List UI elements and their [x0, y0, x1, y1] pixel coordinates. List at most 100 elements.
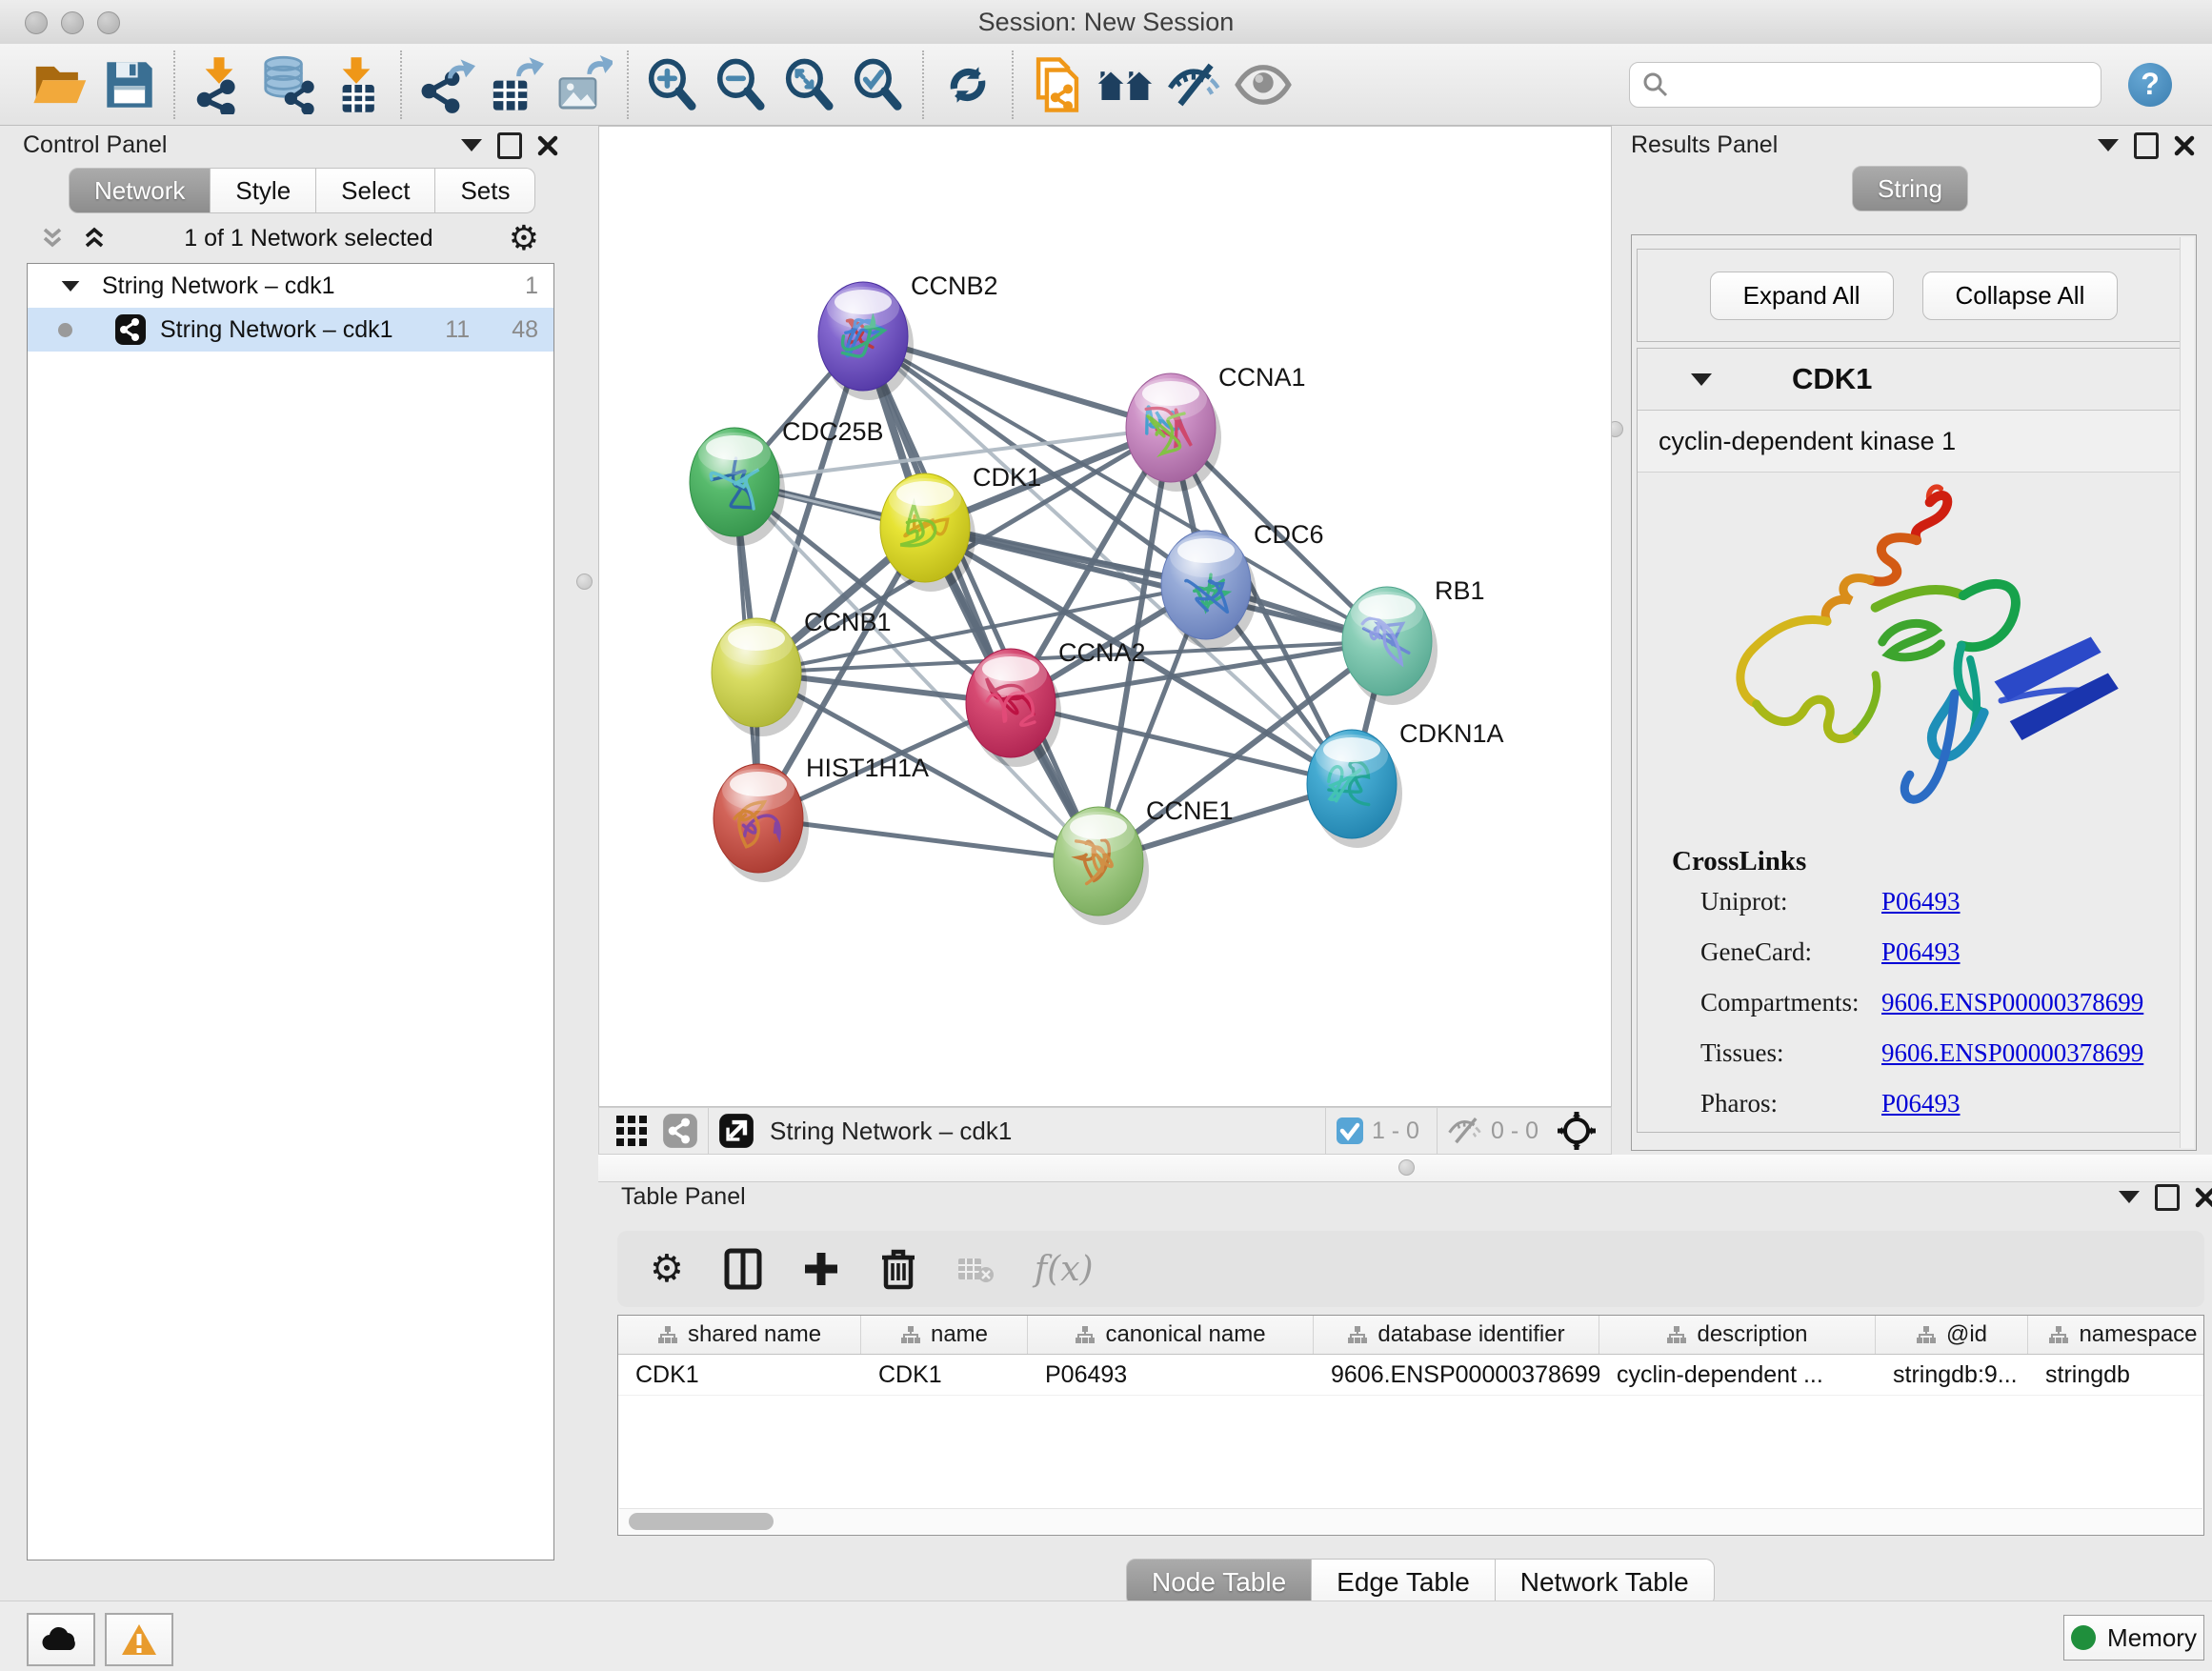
export-table-button[interactable]	[480, 50, 549, 119]
zoom-fit-button[interactable]	[775, 50, 844, 119]
protein-node-CDKN1A[interactable]: CDKN1A	[1307, 719, 1504, 848]
import-network-file-button[interactable]	[185, 50, 253, 119]
close-panel-icon[interactable]	[2195, 1187, 2212, 1208]
tab-network-table[interactable]: Network Table	[1496, 1559, 1715, 1606]
hidden-eye-icon[interactable]	[1447, 1116, 1483, 1146]
table-cell[interactable]: stringdb	[2028, 1355, 2212, 1395]
clone-network-button[interactable]	[1023, 50, 1092, 119]
crosslink-value[interactable]: P06493	[1881, 1089, 1961, 1118]
search-field[interactable]	[1629, 62, 2101, 108]
expand-all-button[interactable]: Expand All	[1710, 272, 1894, 320]
network-collection-row[interactable]: String Network – cdk1 1	[28, 264, 553, 308]
table-cell[interactable]: cyclin-dependent ...	[1599, 1355, 1876, 1395]
table-cell[interactable]: P06493	[1028, 1355, 1314, 1395]
help-button[interactable]: ?	[2128, 63, 2172, 107]
network-view-canvas[interactable]: CCNB2CCNA1CDC25BCDK1CDC6RB1CCNB1CCNA2CDK…	[598, 126, 1612, 1107]
left-splitter-grip[interactable]	[576, 574, 593, 590]
birdseye-grid-icon[interactable]	[614, 1114, 649, 1148]
panel-menu-icon[interactable]	[2119, 1191, 2140, 1203]
save-session-button[interactable]	[95, 50, 164, 119]
protein-node-CCNB1[interactable]: CCNB1	[712, 608, 892, 736]
search-input[interactable]	[1670, 70, 2089, 99]
close-panel-icon[interactable]	[2174, 135, 2195, 156]
cloud-status-button[interactable]	[27, 1613, 95, 1666]
open-session-button[interactable]	[27, 50, 95, 119]
column-header-canonical-name[interactable]: canonical name	[1028, 1316, 1314, 1354]
options-gear-icon[interactable]: ⚙	[509, 219, 539, 258]
table-cell[interactable]: 9606.ENSP00000378699	[1314, 1355, 1599, 1395]
table-cell[interactable]: CDK1	[861, 1355, 1028, 1395]
tab-select[interactable]: Select	[316, 168, 435, 213]
function-builder-icon[interactable]: f(x)	[1035, 1250, 1094, 1289]
open-in-browser-icon[interactable]	[718, 1113, 754, 1149]
zoom-out-button[interactable]	[707, 50, 775, 119]
scrollbar-thumb[interactable]	[629, 1513, 774, 1530]
crosslink-value[interactable]: 9606.ENSP00000378699	[1881, 988, 2143, 1017]
tab-node-table[interactable]: Node Table	[1126, 1559, 1312, 1606]
column-header-description[interactable]: description	[1599, 1316, 1876, 1354]
table-settings-gear-icon[interactable]: ⚙	[650, 1247, 684, 1291]
results-scrollbar[interactable]	[2180, 237, 2194, 1148]
protein-node-CDK1[interactable]: CDK1	[880, 463, 1041, 592]
tab-edge-table[interactable]: Edge Table	[1312, 1559, 1496, 1606]
home-layout-button[interactable]	[1092, 50, 1160, 119]
tab-sets[interactable]: Sets	[435, 168, 535, 213]
table-horizontal-scrollbar[interactable]	[619, 1508, 2202, 1534]
panel-menu-icon[interactable]	[461, 139, 482, 151]
show-all-button[interactable]	[1229, 50, 1297, 119]
network-row[interactable]: String Network – cdk1 11 48	[28, 308, 553, 352]
float-panel-icon[interactable]	[2155, 1184, 2180, 1211]
column-header-database-identifier[interactable]: database identifier	[1314, 1316, 1599, 1354]
memory-button[interactable]: Memory	[2063, 1615, 2204, 1661]
string-results-box: Expand All Collapse All CDK1 cyclin-depe…	[1631, 234, 2197, 1151]
selected-checkbox-icon[interactable]	[1336, 1117, 1364, 1145]
export-image-button[interactable]	[549, 50, 617, 119]
horizontal-splitter[interactable]	[598, 1155, 2212, 1182]
column-header-name[interactable]: name	[861, 1316, 1028, 1354]
entry-expander-icon[interactable]	[1691, 373, 1712, 386]
crosslink-value[interactable]: 9606.ENSP00000378699	[1881, 1038, 2143, 1068]
expand-all-icon[interactable]	[80, 224, 109, 252]
network-graph[interactable]: CCNB2CCNA1CDC25BCDK1CDC6RB1CCNB1CCNA2CDK…	[599, 127, 1611, 1106]
panel-menu-icon[interactable]	[2098, 139, 2119, 151]
collection-expander-icon[interactable]	[62, 280, 80, 291]
protein-node-CDC6[interactable]: CDC6	[1161, 520, 1324, 649]
crosslink-value[interactable]: P06493	[1881, 937, 1961, 967]
string-style-icon[interactable]	[662, 1113, 698, 1149]
delete-table-icon[interactable]	[956, 1255, 995, 1283]
protein-node-RB1[interactable]: RB1	[1342, 576, 1485, 705]
protein-node-HIST1H1A[interactable]: HIST1H1A	[714, 754, 929, 882]
float-panel-icon[interactable]	[497, 132, 522, 159]
tab-string[interactable]: String	[1852, 166, 1968, 211]
add-column-icon[interactable]	[802, 1250, 840, 1288]
table-cell[interactable]: stringdb:9...	[1876, 1355, 2028, 1395]
tab-network[interactable]: Network	[69, 168, 211, 213]
table-cell[interactable]: CDK1	[618, 1355, 861, 1395]
column-header-namespace[interactable]: namespace	[2028, 1316, 2212, 1354]
crosslink-value[interactable]: P06493	[1881, 887, 1961, 916]
column-header-shared-name[interactable]: shared name	[618, 1316, 861, 1354]
zoom-in-button[interactable]	[638, 50, 707, 119]
protein-node-CCNE1[interactable]: CCNE1	[1054, 796, 1234, 925]
collapse-all-button[interactable]: Collapse All	[1922, 272, 2119, 320]
export-network-button[interactable]	[412, 50, 480, 119]
column-header--id[interactable]: @id	[1876, 1316, 2028, 1354]
splitter-grip[interactable]	[1398, 1159, 1415, 1176]
zoom-selected-button[interactable]	[844, 50, 913, 119]
tab-style[interactable]: Style	[211, 168, 316, 213]
delete-column-icon[interactable]	[880, 1248, 916, 1290]
protein-node-CCNB2[interactable]: CCNB2	[818, 272, 998, 400]
show-columns-icon[interactable]	[724, 1248, 762, 1290]
refresh-button[interactable]	[934, 50, 1002, 119]
fit-selected-crosshair-icon[interactable]	[1556, 1110, 1598, 1152]
table-row[interactable]: CDK1CDK1P064939606.ENSP00000378699cyclin…	[618, 1355, 2203, 1396]
warnings-button[interactable]	[105, 1613, 173, 1666]
import-network-database-button[interactable]	[253, 50, 322, 119]
node-table[interactable]: shared namenamecanonical namedatabase id…	[617, 1315, 2204, 1536]
hide-selected-button[interactable]	[1160, 50, 1229, 119]
close-panel-icon[interactable]	[537, 135, 558, 156]
entry-header[interactable]: CDK1	[1638, 349, 2190, 411]
collapse-all-icon[interactable]	[38, 224, 67, 252]
float-panel-icon[interactable]	[2134, 132, 2159, 159]
import-table-button[interactable]	[322, 50, 391, 119]
